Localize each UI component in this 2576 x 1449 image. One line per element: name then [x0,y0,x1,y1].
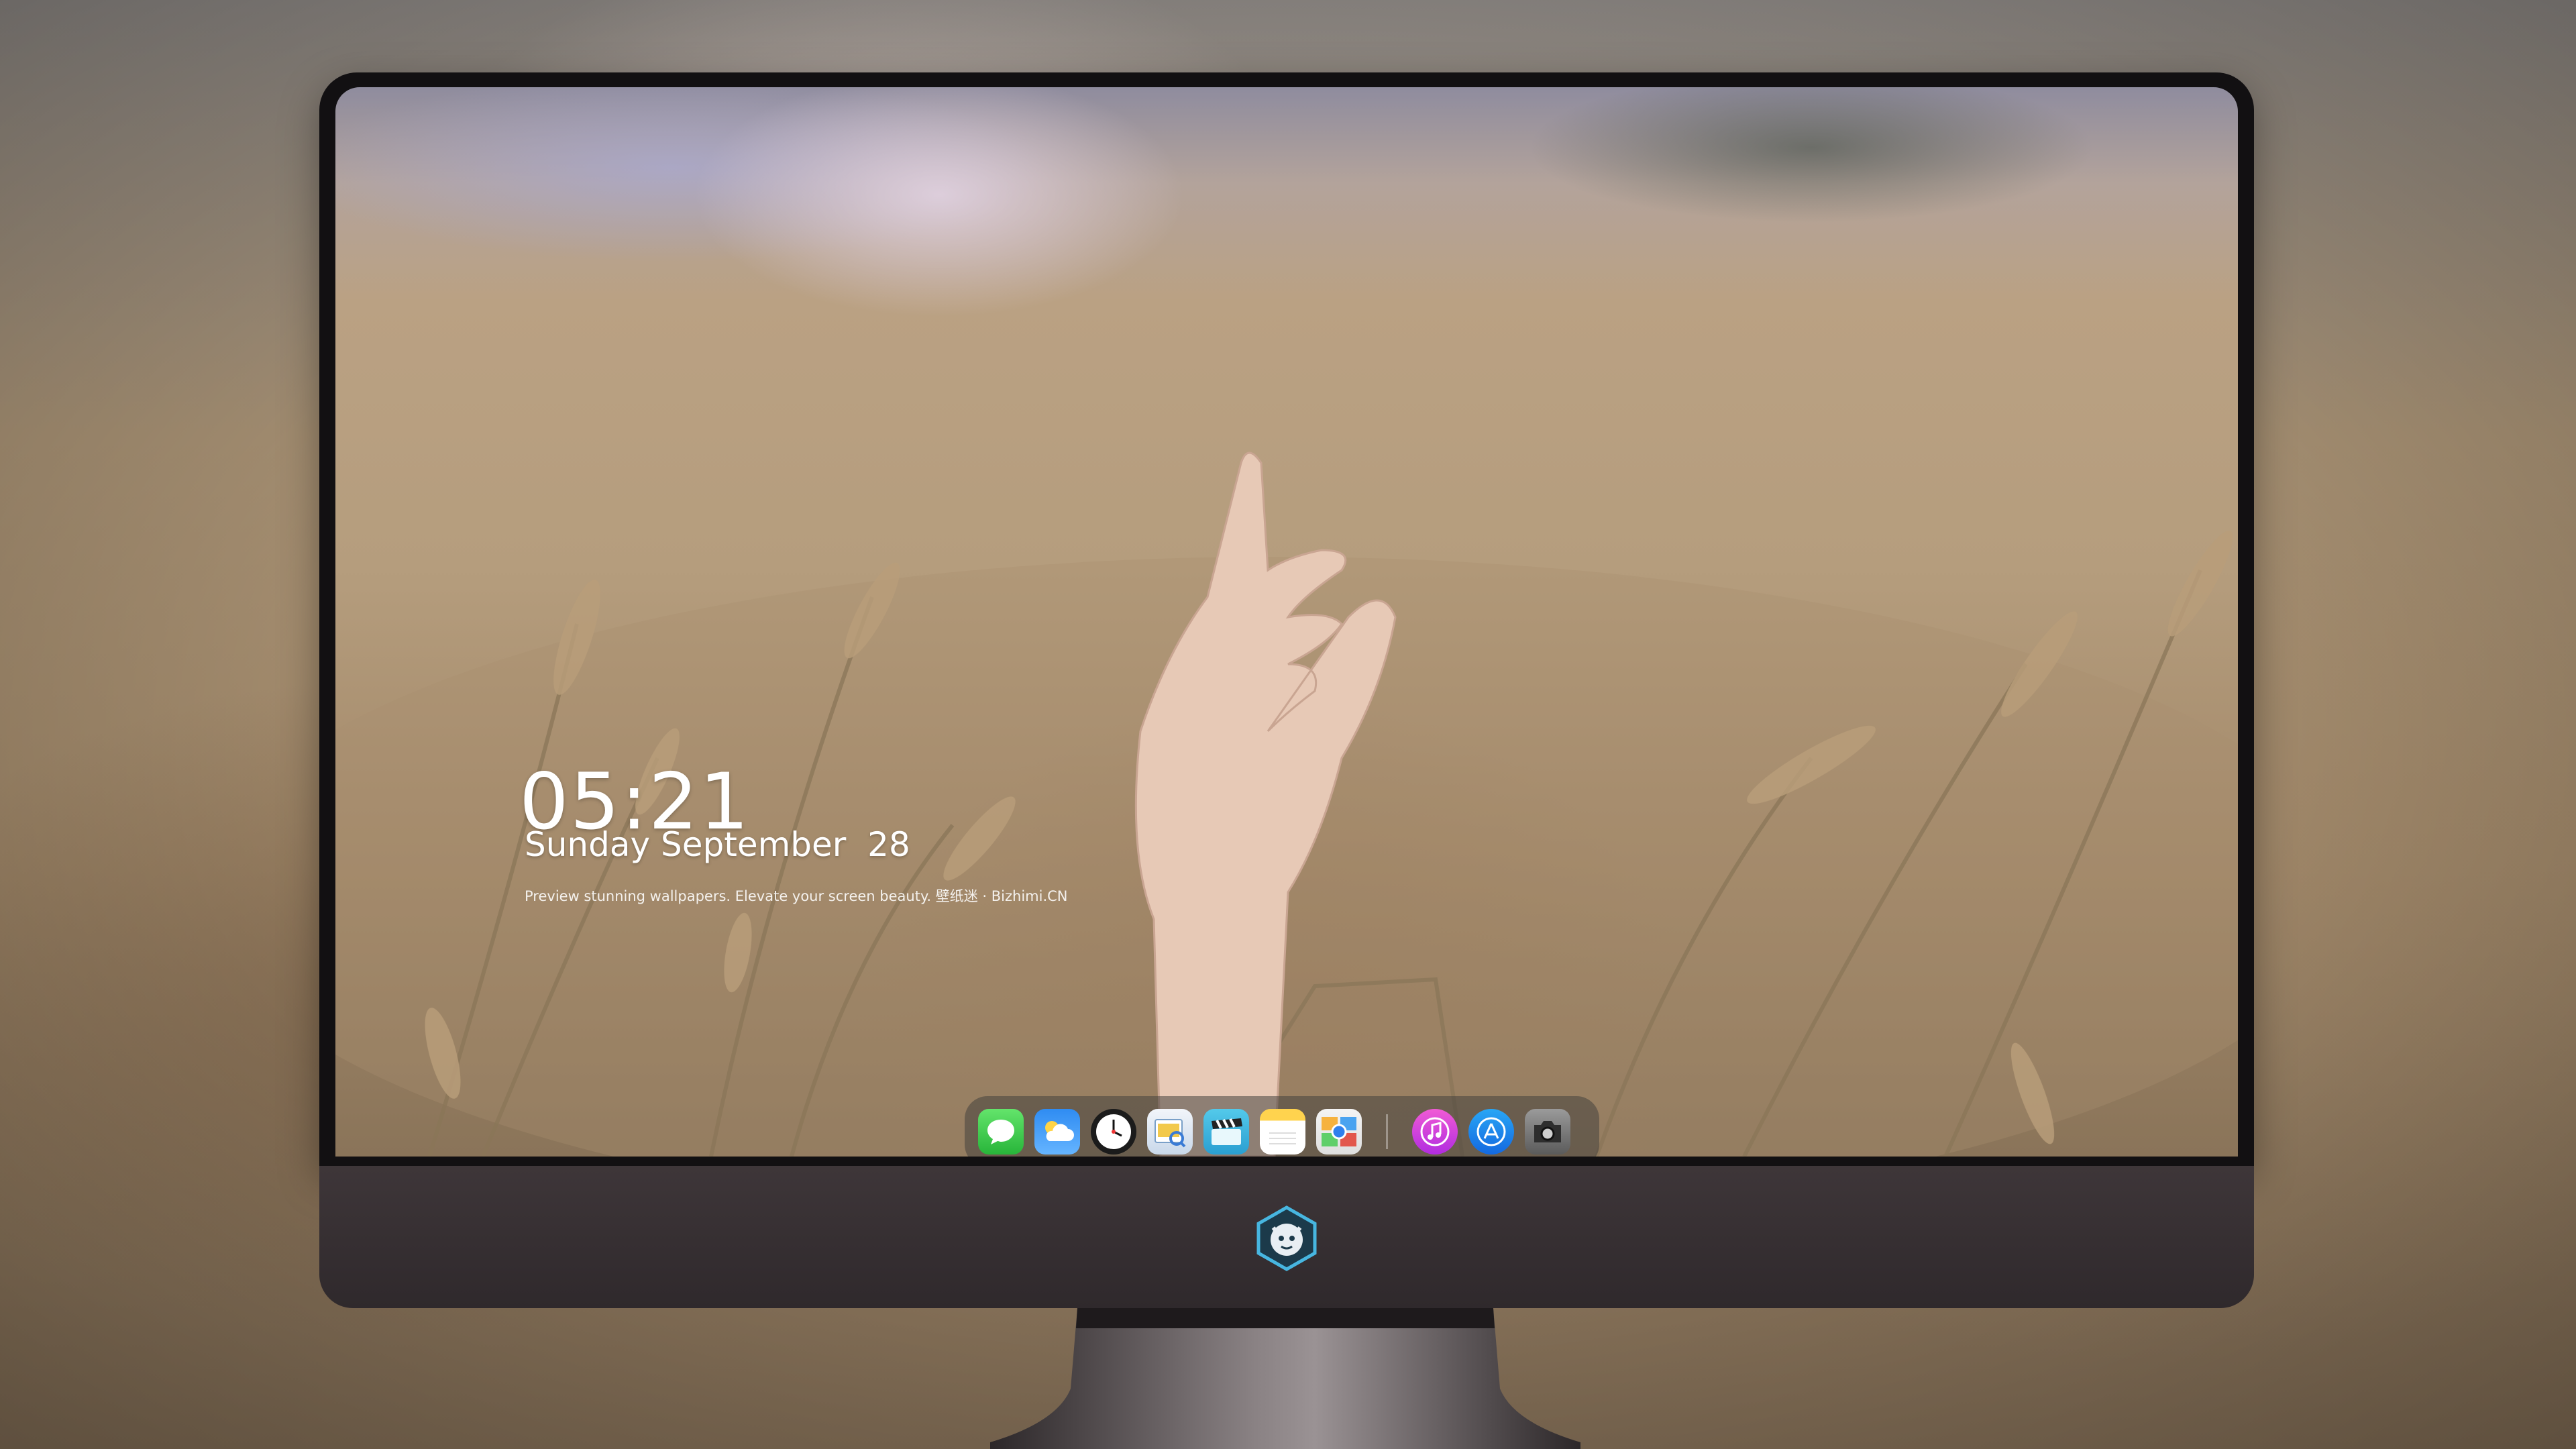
dock [965,1096,1599,1157]
weather-icon[interactable] [1034,1109,1080,1155]
wallpaper-tagline: Preview stunning wallpapers. Elevate you… [525,888,1068,904]
camera-icon[interactable] [1525,1109,1570,1155]
music-icon[interactable] [1412,1109,1458,1155]
monitor: 05:21 Sunday September 28 Preview stunni… [319,72,2254,1308]
monitor-bezel: 05:21 Sunday September 28 Preview stunni… [319,72,2254,1166]
clock-icon[interactable] [1091,1109,1136,1155]
photos-icon[interactable] [1316,1109,1362,1155]
app-store-icon[interactable] [1468,1109,1514,1155]
preview-icon[interactable] [1147,1109,1193,1155]
messages-icon[interactable] [978,1109,1024,1155]
notes-icon[interactable] [1260,1109,1305,1155]
screen: 05:21 Sunday September 28 Preview stunni… [335,87,2238,1157]
wallpaper-grass-and-hand [335,451,2238,1157]
dock-separator [1386,1114,1388,1149]
lock-screen-date: Sunday September 28 [525,825,910,864]
monitor-stand [990,1308,1580,1449]
clapperboard-icon[interactable] [1203,1109,1249,1155]
mascot-logo-icon [1256,1205,1317,1271]
